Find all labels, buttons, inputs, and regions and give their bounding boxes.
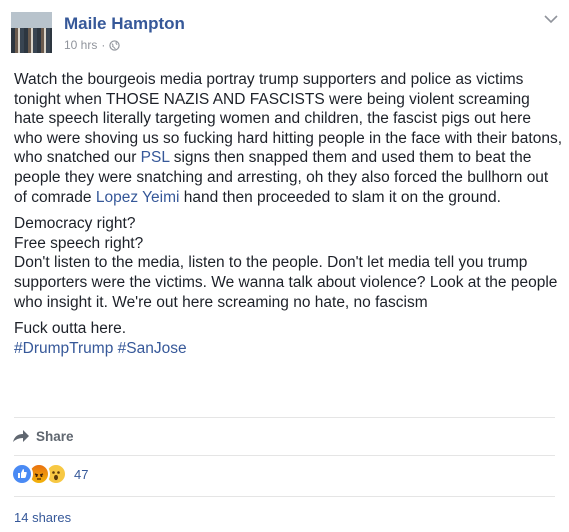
share-count[interactable]: 14 shares bbox=[14, 510, 71, 525]
post-text: Fuck outta here. bbox=[14, 320, 127, 338]
post-paragraph: Watch the bourgeois media portray trump … bbox=[14, 70, 562, 207]
post-paragraph: Fuck outta here. #DrumpTrump #SanJose bbox=[14, 319, 562, 358]
post-link[interactable]: #SanJose bbox=[118, 340, 187, 357]
author-name[interactable]: Maile Hampton bbox=[64, 14, 185, 34]
divider bbox=[14, 455, 555, 456]
post-text: Democracy right? bbox=[14, 215, 136, 233]
post-text: Don't listen to the media, listen to the… bbox=[14, 254, 558, 311]
chevron-down-icon[interactable] bbox=[542, 12, 560, 26]
post-timestamp[interactable]: 10 hrs bbox=[64, 38, 97, 52]
post-meta: 10 hrs · bbox=[64, 38, 121, 52]
divider bbox=[14, 496, 555, 497]
author-avatar[interactable] bbox=[11, 12, 52, 53]
share-label: Share bbox=[36, 428, 74, 444]
post-header: Maile Hampton 10 hrs · bbox=[0, 0, 569, 60]
share-arrow-icon bbox=[13, 430, 29, 442]
post-link[interactable]: PSL bbox=[141, 149, 170, 166]
divider bbox=[14, 417, 555, 418]
post-paragraph: Democracy right? Free speech right? Don't … bbox=[14, 214, 562, 312]
reaction-count[interactable]: 47 bbox=[74, 467, 88, 482]
post-text: Free speech right? bbox=[14, 234, 144, 252]
share-button[interactable]: Share bbox=[12, 425, 74, 447]
post-link[interactable]: #DrumpTrump bbox=[14, 340, 113, 357]
meta-separator: · bbox=[101, 38, 106, 52]
post-link[interactable]: Lopez Yeimi bbox=[96, 189, 180, 206]
reactions-summary[interactable]: 47 bbox=[11, 463, 88, 485]
post-body: Watch the bourgeois media portray trump … bbox=[14, 70, 562, 365]
post-text: hand then proceeded to slam it on the gr… bbox=[179, 188, 501, 206]
globe-icon bbox=[109, 39, 121, 51]
like-reaction-icon bbox=[11, 463, 33, 485]
